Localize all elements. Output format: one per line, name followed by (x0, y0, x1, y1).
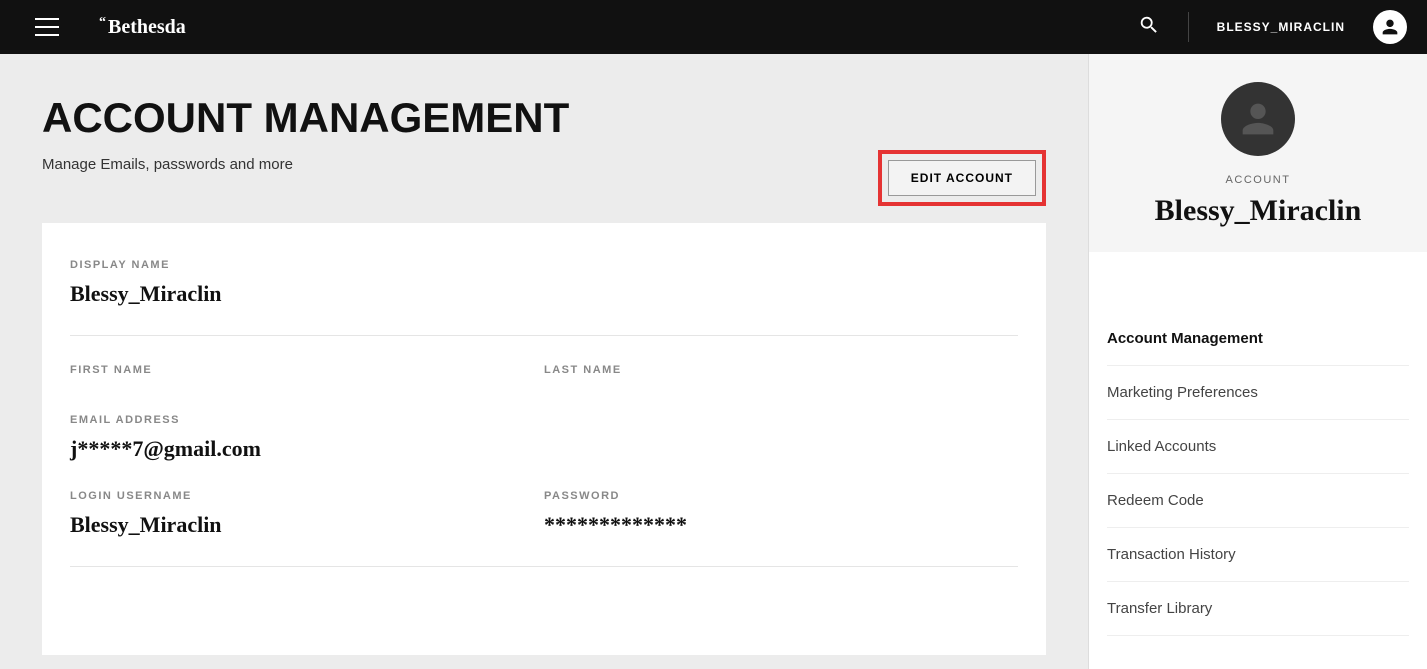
login-username-value: Blessy_Miraclin (70, 512, 544, 538)
sidebar-item-marketing-preferences[interactable]: Marketing Preferences (1107, 366, 1409, 420)
sidebar-item-transaction-history[interactable]: Transaction History (1107, 528, 1409, 582)
name-row: FIRST NAME LAST NAME (70, 364, 1018, 386)
divider (1188, 12, 1189, 42)
header-username[interactable]: BLESSY_MIRACLIN (1217, 20, 1345, 34)
divider (70, 566, 1018, 567)
login-username-label: LOGIN USERNAME (70, 490, 544, 502)
sidebar-item-linked-accounts[interactable]: Linked Accounts (1107, 420, 1409, 474)
edit-account-highlight: EDIT ACCOUNT (878, 150, 1046, 206)
divider (70, 335, 1018, 336)
sidebar-item-account-management[interactable]: Account Management (1107, 312, 1409, 366)
email-value: j*****7@gmail.com (70, 436, 1018, 462)
display-name-label: DISPLAY NAME (70, 259, 1018, 271)
first-name-label: FIRST NAME (70, 364, 544, 376)
sidebar: ACCOUNT Blessy_Miraclin Account Manageme… (1089, 54, 1427, 669)
brand-logo[interactable]: “Bethesda (99, 16, 186, 39)
page-title: ACCOUNT MANAGEMENT (42, 94, 1046, 142)
last-name-label: LAST NAME (544, 364, 1018, 376)
account-card: DISPLAY NAME Blessy_Miraclin FIRST NAME … (42, 223, 1046, 655)
email-block: EMAIL ADDRESS j*****7@gmail.com (70, 414, 1018, 462)
content: ACCOUNT MANAGEMENT Manage Emails, passwo… (0, 54, 1089, 669)
login-row: LOGIN USERNAME Blessy_Miraclin PASSWORD … (70, 490, 1018, 538)
sidebar-item-transfer-library[interactable]: Transfer Library (1107, 582, 1409, 636)
menu-icon[interactable] (35, 18, 59, 36)
main: ACCOUNT MANAGEMENT Manage Emails, passwo… (0, 54, 1427, 669)
avatar-icon[interactable] (1373, 10, 1407, 44)
brand-text: Bethesda (108, 16, 186, 39)
password-value: ************* (544, 512, 1018, 538)
email-label: EMAIL ADDRESS (70, 414, 1018, 426)
sidebar-nav: Account Management Marketing Preferences… (1089, 252, 1427, 636)
edit-account-button[interactable]: EDIT ACCOUNT (888, 160, 1036, 196)
sidebar-username: Blessy_Miraclin (1099, 194, 1417, 228)
display-name-block: DISPLAY NAME Blessy_Miraclin (70, 259, 1018, 307)
sidebar-item-redeem-code[interactable]: Redeem Code (1107, 474, 1409, 528)
display-name-value: Blessy_Miraclin (70, 281, 1018, 307)
search-icon[interactable] (1138, 14, 1160, 41)
avatar-large-icon (1221, 82, 1295, 156)
topbar: “Bethesda BLESSY_MIRACLIN (0, 0, 1427, 54)
password-label: PASSWORD (544, 490, 1018, 502)
sidebar-profile: ACCOUNT Blessy_Miraclin (1089, 54, 1427, 252)
sidebar-account-label: ACCOUNT (1099, 174, 1417, 186)
